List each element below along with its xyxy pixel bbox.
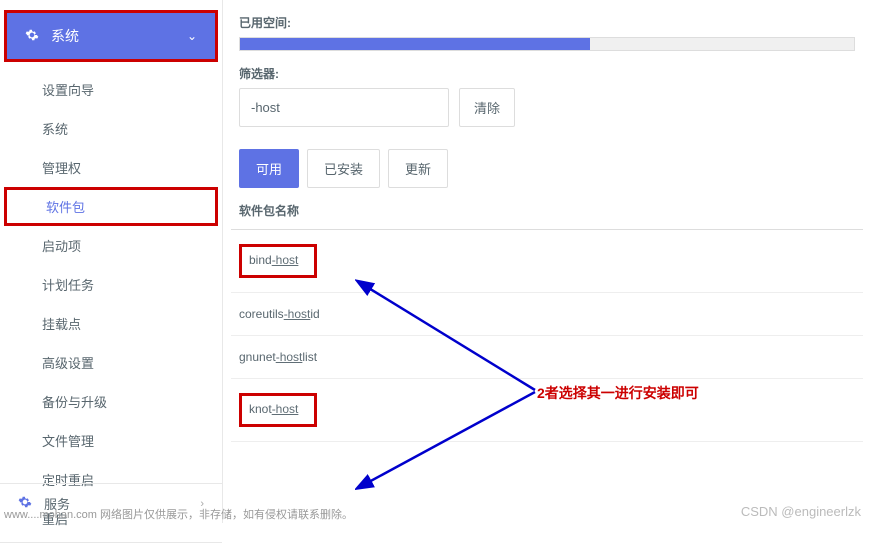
sidebar-item-scheduled-tasks[interactable]: 计划任务 [0,265,222,304]
filter-label: 筛选器: [239,65,855,82]
tab-update[interactable]: 更新 [388,149,448,188]
progress-bar [239,37,855,51]
sidebar-item-admin[interactable]: 管理权 [0,148,222,187]
sidebar-item-setup-wizard[interactable]: 设置向导 [0,70,222,109]
package-row: coreutils-hostid [231,293,863,336]
sidebar: 系统 ⌄ 设置向导 系统 管理权 软件包 启动项 计划任务 挂载点 高级设置 备… [0,0,223,523]
sidebar-item-file-manager[interactable]: 文件管理 [0,421,222,460]
gear-icon [25,28,39,45]
annotation-text: 2者选择其一进行安装即可 [537,383,699,403]
sidebar-item-advanced[interactable]: 高级设置 [0,343,222,382]
clear-button[interactable]: 清除 [459,88,515,127]
sidebar-item-mount-points[interactable]: 挂载点 [0,304,222,343]
package-row: bind-host [231,230,863,293]
chevron-down-icon: ⌄ [187,29,197,43]
package-row: gnunet-hostlist [231,336,863,379]
package-link-knot-host[interactable]: knot-host [239,393,317,427]
sidebar-item-software[interactable]: 软件包 [4,187,218,226]
nav-header-system[interactable]: 系统 ⌄ [4,10,218,62]
sidebar-item-system[interactable]: 系统 [0,109,222,148]
space-label: 已用空间: [239,14,855,31]
tab-available[interactable]: 可用 [239,149,299,188]
package-link-gnunet-hostlist[interactable]: gnunet-hostlist [239,350,317,364]
main-content: 已用空间: 筛选器: 清除 可用 已安装 更新 软件包名称 bind-host [223,0,871,523]
tab-installed[interactable]: 已安装 [307,149,380,188]
watermark: CSDN @engineerlzk [741,504,861,519]
filter-input[interactable] [239,88,449,127]
package-link-bind-host[interactable]: bind-host [239,244,317,278]
package-link-coreutils-hostid[interactable]: coreutils-hostid [239,307,320,321]
progress-fill [240,38,590,50]
nav-header-label: 系统 [51,26,187,46]
filter-section: 筛选器: 清除 [231,51,863,127]
sidebar-item-backup-upgrade[interactable]: 备份与升级 [0,382,222,421]
table-header: 软件包名称 [231,188,863,230]
tabs: 可用 已安装 更新 [231,127,863,188]
space-section: 已用空间: [231,0,863,51]
bottom-note: www....moban.com 网络图片仅供展示，非存储，如有侵权请联系删除。 [4,506,353,522]
sidebar-item-startup[interactable]: 启动项 [0,226,222,265]
